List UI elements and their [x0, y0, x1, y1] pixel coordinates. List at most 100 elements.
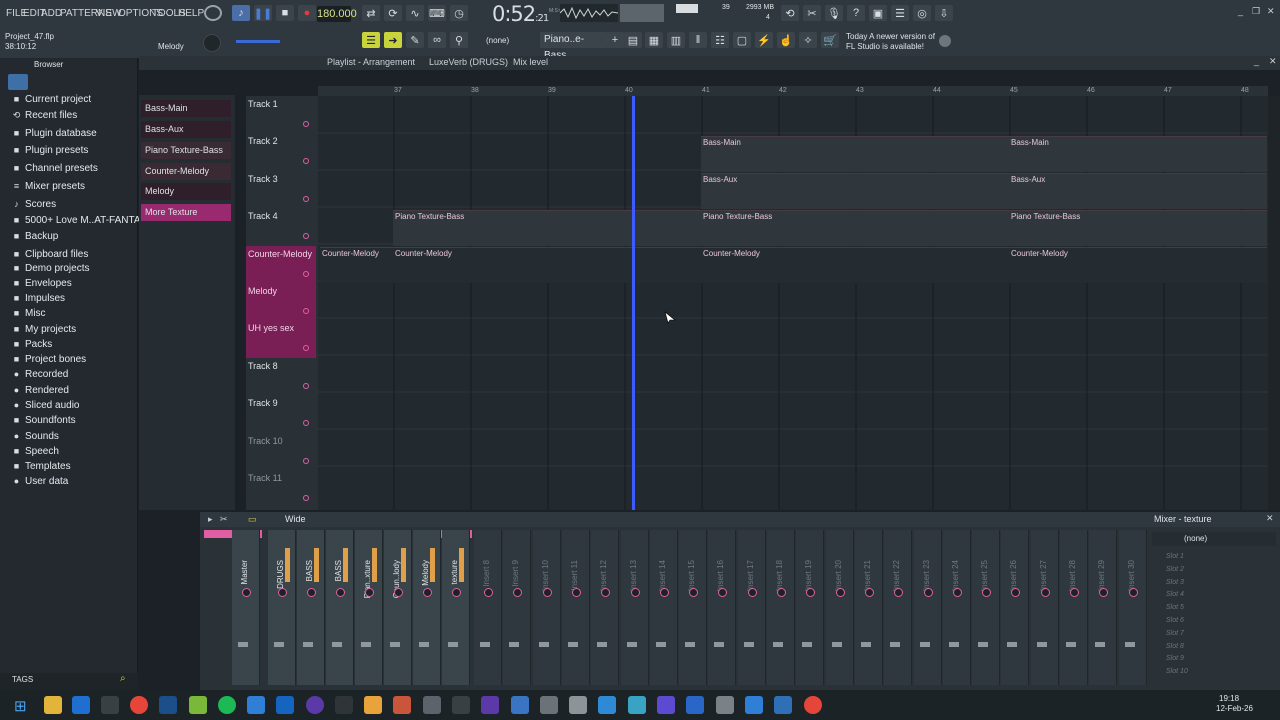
playhead[interactable]	[632, 96, 635, 510]
record-button[interactable]: ●	[298, 5, 316, 21]
mixer-strip[interactable]: Insert 14	[649, 530, 678, 685]
browser-item[interactable]: ⟲ Recent files	[12, 110, 78, 121]
volume-fader[interactable]	[597, 642, 608, 647]
browser-item[interactable]: ≡ Mixer presets	[12, 181, 85, 192]
track-name[interactable]: Track 1	[248, 99, 278, 109]
mixer-strip[interactable]: Insert 20	[825, 530, 854, 685]
browser-item[interactable]: ● Rendered	[12, 385, 69, 396]
pattern-item[interactable]: Bass-Aux	[141, 121, 231, 138]
channel-rack-icon[interactable]: ▦	[645, 32, 663, 48]
fx-slot[interactable]: Slot 9	[1166, 655, 1184, 662]
pencil-icon[interactable]: ✎	[406, 32, 424, 48]
pan-knob[interactable]	[1128, 588, 1138, 597]
app-icon[interactable]	[745, 696, 763, 714]
pan-knob[interactable]	[1040, 588, 1050, 597]
browser-item[interactable]: ● Sounds	[12, 431, 59, 442]
browser-item[interactable]: ■ Channel presets	[12, 163, 98, 174]
news-panel[interactable]: Today A newer version of FL Studio is av…	[846, 32, 935, 52]
pan-knob[interactable]	[452, 588, 461, 597]
mixer-strip[interactable]: Insert 21	[854, 530, 883, 685]
app-icon[interactable]	[452, 696, 470, 714]
fx-slot[interactable]: Slot 7	[1166, 630, 1184, 637]
snap-icon[interactable]: ⇄	[362, 5, 380, 21]
pattern-selector[interactable]: Piano..e-Bass	[540, 32, 606, 61]
browser-all-icon[interactable]	[8, 74, 28, 90]
app-icon[interactable]	[276, 696, 294, 714]
app-icon[interactable]	[481, 696, 499, 714]
pan-knob[interactable]	[571, 588, 581, 597]
mixer-strip[interactable]: Insert 26	[1001, 530, 1030, 685]
pan-knob[interactable]	[864, 588, 874, 597]
browser-item[interactable]: ■ Clipboard files	[12, 249, 89, 260]
track-name[interactable]: Track 8	[248, 361, 278, 371]
stop-button[interactable]: ■	[276, 5, 294, 21]
file-explorer-icon[interactable]	[44, 696, 62, 714]
volume-fader[interactable]	[567, 642, 578, 647]
pan-knob[interactable]	[923, 588, 933, 597]
pan-knob[interactable]	[542, 588, 552, 597]
browser-item[interactable]: ● User data	[12, 476, 69, 487]
mixer-strip[interactable]: Insert 18	[767, 530, 795, 685]
playlist-toolbar-arrow-icon[interactable]: ➜	[384, 32, 402, 48]
app-icon[interactable]	[686, 696, 704, 714]
volume-fader[interactable]	[509, 642, 520, 647]
fx-preset-selector[interactable]: (none)	[1152, 532, 1276, 546]
volume-fader[interactable]	[773, 642, 783, 647]
pan-knob[interactable]	[659, 588, 669, 597]
track-name[interactable]: Track 2	[248, 136, 278, 146]
mixer-strip[interactable]: Insert 8	[474, 530, 502, 685]
fx-slot[interactable]: Slot 10	[1166, 668, 1188, 675]
mixer-strip[interactable]: BASS	[297, 530, 325, 685]
pan-knob[interactable]	[1099, 588, 1109, 597]
store-icon[interactable]	[72, 696, 90, 714]
mixer-strip[interactable]: BASS	[326, 530, 354, 685]
fx-slot[interactable]: Slot 2	[1166, 566, 1184, 573]
save-icon[interactable]: ▣	[869, 5, 887, 21]
clip-bass-main[interactable]: Bass-Main	[701, 136, 1009, 172]
volume-fader[interactable]	[419, 642, 429, 647]
pan-knob[interactable]	[630, 588, 640, 597]
mixer-strip[interactable]: Master	[232, 530, 260, 685]
mixer-strip[interactable]: Insert 28	[1060, 530, 1088, 685]
track-mute-dot[interactable]	[303, 457, 309, 464]
browser-item[interactable]: ■ Speech	[12, 446, 59, 457]
app-icon[interactable]	[540, 696, 558, 714]
playlist-grid[interactable]: Bass-Main Bass-Main Bass-Aux Bass-Aux Pi…	[318, 96, 1268, 510]
track-name[interactable]: Track 9	[248, 398, 278, 408]
track-mute-dot[interactable]	[303, 308, 309, 314]
pan-knob[interactable]	[718, 588, 728, 597]
mixer-icon[interactable]: ☰	[891, 5, 909, 21]
typing-keyboard-icon[interactable]: ⌨	[428, 5, 446, 21]
browser-item[interactable]: ■ My projects	[12, 324, 76, 335]
pan-knob[interactable]	[689, 588, 699, 597]
pan-knob[interactable]	[835, 588, 845, 597]
track-name[interactable]: UH yes sex	[248, 323, 294, 333]
track-name[interactable]: Track 3	[248, 174, 278, 184]
pan-knob[interactable]	[394, 588, 403, 597]
chat-icon[interactable]: ◎	[913, 5, 931, 21]
chain-icon[interactable]: ∞	[428, 32, 446, 48]
vscode-icon[interactable]	[247, 696, 265, 714]
mixer-tools-icon[interactable]: ✂	[220, 514, 228, 525]
browser-item[interactable]: ■ Current project	[12, 94, 91, 105]
mixer-strip[interactable]: Insert 16	[708, 530, 737, 685]
browser-item[interactable]: ♪ Scores	[12, 199, 56, 210]
browser-icon[interactable]: ☷	[711, 32, 729, 48]
mixer-strip[interactable]: Insert 29	[1089, 530, 1118, 685]
browser-item[interactable]: ■ Project bones	[12, 354, 86, 365]
pattern-item[interactable]: Melody	[141, 183, 231, 200]
browser-item[interactable]: ■ Impulses	[12, 293, 65, 304]
volume-fader[interactable]	[332, 642, 342, 647]
project-icon[interactable]: ▢	[733, 32, 751, 48]
minecraft-icon[interactable]	[189, 696, 207, 714]
countdown-icon[interactable]: ◷	[450, 5, 468, 21]
pan-knob[interactable]	[894, 588, 904, 597]
fx-slot[interactable]: Slot 6	[1166, 617, 1184, 624]
pan-knob[interactable]	[747, 588, 757, 597]
app-icon[interactable]	[423, 696, 441, 714]
spotify-icon[interactable]	[218, 696, 236, 714]
playlist-minimize-icon[interactable]: _	[1254, 56, 1259, 66]
browser-item[interactable]: ● Sliced audio	[12, 400, 80, 411]
playlist-close-icon[interactable]: ✕	[1269, 56, 1277, 67]
volume-fader[interactable]	[303, 642, 313, 647]
